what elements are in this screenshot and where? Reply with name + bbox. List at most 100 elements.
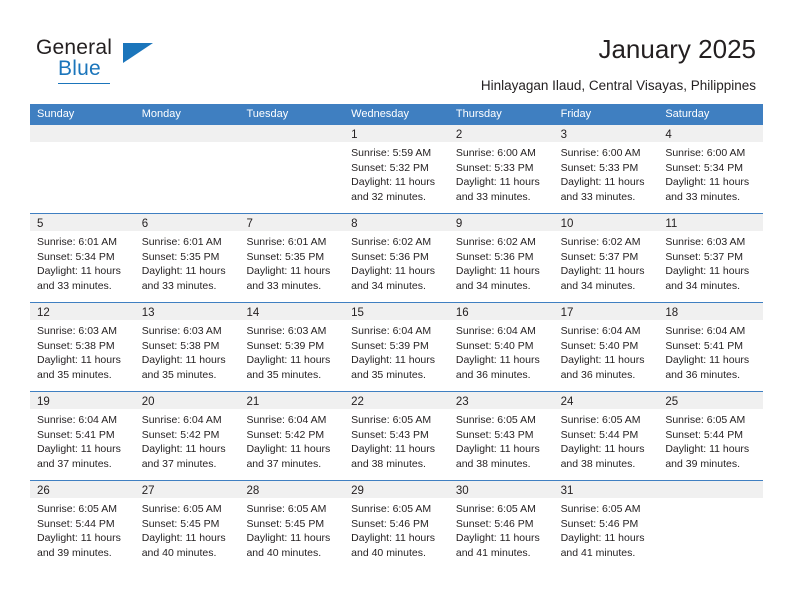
calendar-day-cell[interactable]: 30 Sunrise: 6:05 AM Sunset: 5:46 PM Dayligh… — [448, 481, 554, 569]
day-number: 7 — [246, 218, 253, 230]
day-detail-line: and 33 minutes. — [141, 279, 217, 292]
day-number: 19 — [37, 396, 50, 408]
day-number: 26 — [37, 485, 50, 497]
day-detail-line: Sunset: 5:46 PM — [560, 517, 639, 530]
day-detail-line: and 33 minutes. — [455, 190, 531, 203]
calendar-week-row: 12 Sunrise: 6:03 AM Sunset: 5:38 PM Dayligh… — [30, 302, 764, 391]
calendar-day-cell[interactable]: 14 Sunrise: 6:03 AM Sunset: 5:39 PM Dayligh… — [239, 303, 345, 391]
day-detail-line: Daylight: 11 hours — [351, 176, 436, 189]
day-detail-text: Sunrise: 6:05 AM Sunset: 5:46 PM Daylight:… — [554, 498, 659, 560]
day-detail-line: Daylight: 11 hours — [665, 265, 750, 278]
calendar-day-cell[interactable]: 26 Sunrise: 6:05 AM Sunset: 5:44 PM Dayligh… — [30, 481, 135, 569]
general-blue-logo[interactable]: General Blue — [36, 36, 156, 84]
calendar-day-cell[interactable]: 13 Sunrise: 6:03 AM Sunset: 5:38 PM Dayligh… — [134, 303, 240, 391]
day-detail-text: Sunrise: 6:02 AM Sunset: 5:37 PM Daylight:… — [554, 231, 659, 293]
day-detail-line: and 38 minutes. — [560, 457, 636, 470]
day-number-band — [30, 125, 135, 142]
day-number: 31 — [560, 485, 574, 497]
calendar-day-cell[interactable]: 6 Sunrise: 6:01 AM Sunset: 5:35 PM Daylight… — [134, 214, 240, 302]
day-detail-line: and 41 minutes. — [455, 546, 531, 559]
logo-word-blue: Blue — [58, 57, 101, 80]
day-detail-line: and 40 minutes. — [351, 546, 426, 559]
day-detail-text: Sunrise: 6:05 AM Sunset: 5:46 PM Daylight:… — [449, 498, 554, 560]
day-detail-line: Daylight: 11 hours — [351, 532, 436, 545]
day-detail-text: Sunrise: 6:04 AM Sunset: 5:42 PM Daylight:… — [239, 409, 344, 471]
day-detail-line: Daylight: 11 hours — [560, 176, 645, 189]
day-detail-line: and 37 minutes. — [37, 457, 112, 470]
day-detail-line: Daylight: 11 hours — [246, 265, 331, 278]
day-number: 5 — [37, 218, 44, 230]
calendar-day-cell[interactable]: 29 Sunrise: 6:05 AM Sunset: 5:46 PM Dayligh… — [344, 481, 449, 569]
day-number-band: 20 — [134, 392, 240, 409]
calendar-day-cell[interactable]: 19 Sunrise: 6:04 AM Sunset: 5:41 PM Dayligh… — [30, 392, 135, 480]
calendar-day-cell[interactable]: 31 Sunrise: 6:05 AM Sunset: 5:46 PM Dayligh… — [553, 481, 659, 569]
day-detail-line: Sunset: 5:46 PM — [455, 517, 534, 530]
calendar-day-cell[interactable]: 11 Sunrise: 6:03 AM Sunset: 5:37 PM Dayligh… — [658, 214, 764, 302]
day-detail-line: Sunset: 5:35 PM — [141, 250, 220, 263]
day-detail-line: Daylight: 11 hours — [455, 532, 540, 545]
day-detail-line: Sunrise: 6:02 AM — [351, 236, 432, 248]
day-detail-line: Daylight: 11 hours — [37, 354, 121, 367]
day-of-week-header-monday: Monday — [141, 108, 181, 120]
day-number-band: 29 — [344, 481, 449, 498]
calendar-day-cell[interactable]: 12 Sunrise: 6:03 AM Sunset: 5:38 PM Dayligh… — [30, 303, 135, 391]
calendar-day-cell[interactable]: 22 Sunrise: 6:05 AM Sunset: 5:43 PM Dayligh… — [344, 392, 449, 480]
calendar-day-cell[interactable]: 8 Sunrise: 6:02 AM Sunset: 5:36 PM Daylight… — [344, 214, 449, 302]
day-detail-line: Daylight: 11 hours — [665, 443, 750, 456]
day-detail-line: Sunset: 5:41 PM — [37, 428, 115, 441]
day-of-week-header-sunday: Sunday — [37, 108, 75, 120]
day-number: 21 — [246, 396, 260, 408]
day-detail-text: Sunrise: 6:04 AM Sunset: 5:41 PM Daylight:… — [30, 409, 135, 471]
calendar-day-cell[interactable]: 23 Sunrise: 6:05 AM Sunset: 5:43 PM Dayligh… — [448, 392, 554, 480]
calendar-day-cell[interactable]: 1 Sunrise: 5:59 AM Sunset: 5:32 PM Daylight… — [344, 125, 449, 213]
day-number-band: 30 — [448, 481, 554, 498]
day-number-band: 22 — [344, 392, 449, 409]
calendar-day-cell[interactable]: 20 Sunrise: 6:04 AM Sunset: 5:42 PM Dayligh… — [134, 392, 240, 480]
calendar-day-cell-empty — [239, 125, 345, 213]
day-detail-line: and 33 minutes. — [246, 279, 322, 292]
day-detail-text — [135, 142, 240, 146]
day-number-band: 5 — [30, 214, 135, 231]
calendar-day-cell[interactable]: 9 Sunrise: 6:02 AM Sunset: 5:36 PM Daylight… — [448, 214, 554, 302]
day-detail-text: Sunrise: 6:05 AM Sunset: 5:44 PM Daylight:… — [658, 409, 763, 471]
day-detail-line: Sunrise: 6:05 AM — [37, 503, 117, 515]
day-number-band: 12 — [30, 303, 135, 320]
day-detail-line: Daylight: 11 hours — [455, 176, 540, 189]
day-detail-text: Sunrise: 6:00 AM Sunset: 5:33 PM Daylight:… — [449, 142, 554, 204]
calendar-day-cell[interactable]: 27 Sunrise: 6:05 AM Sunset: 5:45 PM Dayligh… — [134, 481, 240, 569]
calendar-day-cell[interactable]: 21 Sunrise: 6:04 AM Sunset: 5:42 PM Dayligh… — [239, 392, 345, 480]
day-detail-line: Daylight: 11 hours — [37, 443, 121, 456]
day-detail-line: Daylight: 11 hours — [455, 443, 540, 456]
day-number-band: 24 — [553, 392, 659, 409]
day-number: 25 — [665, 396, 679, 408]
day-detail-line: and 39 minutes. — [665, 457, 741, 470]
day-detail-line: Sunset: 5:32 PM — [351, 161, 429, 174]
day-detail-line: Sunrise: 6:04 AM — [141, 414, 222, 426]
day-number-band: 17 — [553, 303, 659, 320]
day-number-band: 8 — [344, 214, 449, 231]
calendar-day-cell[interactable]: 25 Sunrise: 6:05 AM Sunset: 5:44 PM Dayligh… — [658, 392, 764, 480]
calendar-day-cell[interactable]: 16 Sunrise: 6:04 AM Sunset: 5:40 PM Dayligh… — [448, 303, 554, 391]
day-number-band: 11 — [658, 214, 764, 231]
calendar-day-cell[interactable]: 4 Sunrise: 6:00 AM Sunset: 5:34 PM Daylight… — [658, 125, 764, 213]
calendar-day-cell[interactable]: 17 Sunrise: 6:04 AM Sunset: 5:40 PM Dayligh… — [553, 303, 659, 391]
calendar-day-cell[interactable]: 28 Sunrise: 6:05 AM Sunset: 5:45 PM Dayligh… — [239, 481, 345, 569]
day-number-band: 14 — [239, 303, 345, 320]
day-detail-line: and 38 minutes. — [351, 457, 426, 470]
day-detail-text: Sunrise: 6:02 AM Sunset: 5:36 PM Daylight:… — [449, 231, 554, 293]
day-number-band: 2 — [448, 125, 554, 142]
calendar-day-cell[interactable]: 5 Sunrise: 6:01 AM Sunset: 5:34 PM Daylight… — [30, 214, 135, 302]
day-number: 1 — [351, 129, 358, 141]
calendar-day-cell-empty — [30, 125, 135, 213]
day-detail-line: Sunrise: 6:05 AM — [455, 503, 536, 515]
day-detail-line: Daylight: 11 hours — [560, 265, 645, 278]
calendar-day-cell[interactable]: 7 Sunrise: 6:01 AM Sunset: 5:35 PM Daylight… — [239, 214, 345, 302]
calendar-day-cell[interactable]: 18 Sunrise: 6:04 AM Sunset: 5:41 PM Dayligh… — [658, 303, 764, 391]
calendar-day-cell[interactable]: 15 Sunrise: 6:04 AM Sunset: 5:39 PM Dayligh… — [344, 303, 449, 391]
day-number-band: 10 — [553, 214, 659, 231]
calendar-day-cell[interactable]: 2 Sunrise: 6:00 AM Sunset: 5:33 PM Daylight… — [448, 125, 554, 213]
calendar-day-cell[interactable]: 10 Sunrise: 6:02 AM Sunset: 5:37 PM Dayligh… — [553, 214, 659, 302]
day-of-week-header-saturday: Saturday — [665, 108, 710, 120]
calendar-day-cell[interactable]: 3 Sunrise: 6:00 AM Sunset: 5:33 PM Daylight… — [553, 125, 659, 213]
calendar-day-cell[interactable]: 24 Sunrise: 6:05 AM Sunset: 5:44 PM Dayligh… — [553, 392, 659, 480]
